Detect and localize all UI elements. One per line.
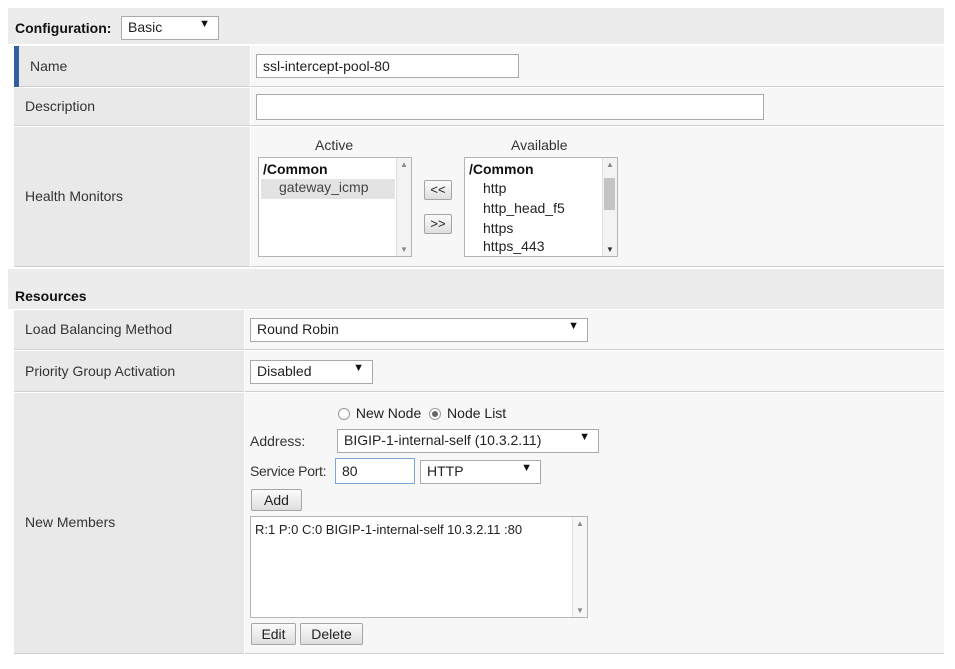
new-node-label: New Node xyxy=(355,405,422,421)
active-monitors-list[interactable]: /Common gateway_icmp ▲ ▼ xyxy=(258,157,412,257)
lb-method-select[interactable]: Round Robin ▼ xyxy=(250,318,588,342)
dropdown-arrow-icon: ▼ xyxy=(353,362,364,374)
available-monitors-list[interactable]: /Common http http_head_f5 https https_44… xyxy=(464,157,618,257)
priority-group-label: Priority Group Activation xyxy=(25,363,176,379)
scroll-up-icon: ▲ xyxy=(400,160,408,169)
resources-header-bar xyxy=(8,269,944,309)
new-members-label: New Members xyxy=(25,514,116,530)
lb-method-label: Load Balancing Method xyxy=(25,321,173,337)
lb-method-value: Round Robin xyxy=(257,321,339,337)
active-group-label: /Common xyxy=(263,161,328,177)
members-list-scrollbar[interactable]: ▲ ▼ xyxy=(572,517,587,617)
health-monitors-label: Health Monitors xyxy=(25,188,124,204)
service-port-label: Service Port: xyxy=(250,463,327,479)
resources-title: Resources xyxy=(15,288,87,304)
scroll-down-icon: ▼ xyxy=(576,606,584,615)
delete-button[interactable]: Delete xyxy=(300,623,363,645)
scrollbar-thumb[interactable] xyxy=(604,178,615,210)
priority-group-select[interactable]: Disabled ▼ xyxy=(250,360,373,384)
active-monitor-item[interactable]: gateway_icmp xyxy=(261,179,395,199)
dropdown-arrow-icon: ▼ xyxy=(579,431,590,443)
dropdown-arrow-icon: ▼ xyxy=(199,18,210,30)
available-group-label: /Common xyxy=(469,161,534,177)
service-port-field[interactable] xyxy=(335,458,415,484)
available-monitor-item[interactable]: http xyxy=(483,180,506,196)
scroll-down-icon: ▼ xyxy=(606,245,614,254)
name-label: Name xyxy=(30,58,68,74)
active-header: Active xyxy=(315,137,354,153)
scroll-up-icon: ▲ xyxy=(606,160,614,169)
edit-button[interactable]: Edit xyxy=(251,623,296,645)
scroll-down-icon: ▼ xyxy=(400,245,408,254)
address-select[interactable]: BIGIP-1-internal-self (10.3.2.11) ▼ xyxy=(337,429,599,453)
configuration-select[interactable]: Basic ▼ xyxy=(121,16,219,40)
active-list-scrollbar[interactable]: ▲ ▼ xyxy=(396,158,411,256)
member-item[interactable]: R:1 P:0 C:0 BIGIP-1-internal-self 10.3.2… xyxy=(255,522,522,537)
description-field[interactable] xyxy=(256,94,764,120)
name-row-accent xyxy=(14,46,19,87)
name-field[interactable] xyxy=(256,54,519,78)
node-list-radio[interactable] xyxy=(429,408,442,420)
priority-group-value: Disabled xyxy=(257,363,312,379)
configuration-label: Configuration: xyxy=(15,20,112,36)
new-node-radio[interactable] xyxy=(338,408,350,420)
service-select[interactable]: HTTP ▼ xyxy=(420,460,541,484)
available-list-scrollbar[interactable]: ▲ ▼ xyxy=(602,158,617,256)
available-monitor-item[interactable]: http_head_f5 xyxy=(483,200,565,216)
available-monitor-item[interactable]: https xyxy=(483,220,513,236)
move-left-button[interactable]: << xyxy=(424,180,452,200)
configuration-select-value: Basic xyxy=(128,19,163,35)
dropdown-arrow-icon: ▼ xyxy=(568,320,579,332)
move-right-button[interactable]: >> xyxy=(424,214,452,234)
description-label: Description xyxy=(25,98,96,114)
node-list-label: Node List xyxy=(447,405,507,421)
available-monitor-item[interactable]: https_443 xyxy=(483,238,545,254)
available-header: Available xyxy=(511,137,568,153)
add-button[interactable]: Add xyxy=(251,489,302,511)
members-list[interactable]: R:1 P:0 C:0 BIGIP-1-internal-self 10.3.2… xyxy=(250,516,588,618)
scroll-up-icon: ▲ xyxy=(576,519,584,528)
node-type-radio-group: New Node Node List xyxy=(338,405,506,421)
dropdown-arrow-icon: ▼ xyxy=(521,462,532,474)
service-value: HTTP xyxy=(427,463,464,479)
address-label: Address: xyxy=(250,433,306,449)
address-value: BIGIP-1-internal-self (10.3.2.11) xyxy=(344,432,542,448)
